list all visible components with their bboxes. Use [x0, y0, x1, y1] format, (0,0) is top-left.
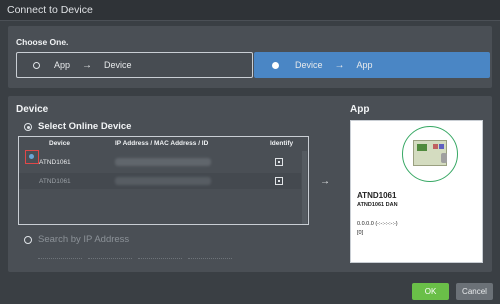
ip-address-blurred	[115, 158, 211, 166]
option-from-label: App	[54, 60, 71, 70]
ok-button[interactable]: OK	[412, 283, 449, 300]
ip-octet-field[interactable]	[88, 258, 132, 259]
option-device-to-app[interactable]: Device → App	[254, 52, 490, 78]
device-app-icon	[402, 126, 458, 182]
column-device: Device	[49, 140, 70, 147]
table-row[interactable]: ATND1061	[19, 173, 301, 189]
table-scrollbar[interactable]	[302, 151, 307, 224]
search-ip-radio[interactable]	[24, 236, 32, 244]
option-app-to-device[interactable]: App → Device	[16, 52, 253, 78]
identify-icon[interactable]	[275, 158, 283, 166]
main-panel: Device Select Online Device Device IP Ad…	[8, 96, 492, 272]
option-radio-icon	[33, 61, 40, 69]
select-online-label[interactable]: Select Online Device	[38, 121, 131, 132]
app-id: [0]	[357, 230, 364, 236]
option-radio-selected-icon	[272, 61, 279, 69]
device-section-title: Device	[16, 104, 49, 115]
identify-icon[interactable]	[275, 177, 283, 185]
device-name: ATND1061	[39, 159, 71, 166]
window-title: Connect to Device	[7, 4, 93, 16]
selected-row-radio[interactable]	[25, 150, 39, 164]
choose-one-panel: Choose One. App → Device Device → App	[8, 26, 492, 88]
device-name: ATND1061	[39, 178, 71, 185]
title-bar: Connect to Device	[0, 0, 500, 21]
select-online-radio[interactable]	[24, 123, 32, 131]
online-device-table: Device IP Address / MAC Address / ID Ide…	[18, 136, 309, 225]
option-from-label: Device	[295, 60, 323, 70]
app-device-name: ATND1061	[357, 191, 397, 200]
app-version: 0.0.0.0 (-:-:-:-:-:-)	[357, 221, 398, 227]
cancel-button[interactable]: Cancel	[456, 283, 493, 300]
ip-octet-field[interactable]	[138, 258, 182, 259]
choose-one-label: Choose One.	[16, 37, 69, 47]
app-device-subtitle: ATND1061 DAN	[357, 202, 398, 208]
app-card: ATND1061 ATND1061 DAN 0.0.0.0 (-:-:-:-:-…	[350, 120, 483, 263]
right-arrow-icon: →	[334, 59, 345, 71]
table-header: Device IP Address / MAC Address / ID Ide…	[19, 137, 308, 151]
column-ip: IP Address / MAC Address / ID	[115, 140, 209, 147]
direction-arrow-icon: →	[320, 176, 330, 187]
search-ip-label[interactable]: Search by IP Address	[38, 234, 129, 245]
right-arrow-icon: →	[82, 59, 93, 71]
app-section-title: App	[350, 104, 370, 115]
table-row[interactable]: ATND1061	[19, 154, 301, 170]
ip-octet-field[interactable]	[188, 258, 232, 259]
option-to-label: Device	[104, 60, 132, 70]
option-to-label: App	[356, 60, 373, 70]
column-identify: Identify	[270, 140, 294, 147]
ip-octet-field[interactable]	[38, 258, 82, 259]
ip-address-blurred	[115, 177, 211, 185]
